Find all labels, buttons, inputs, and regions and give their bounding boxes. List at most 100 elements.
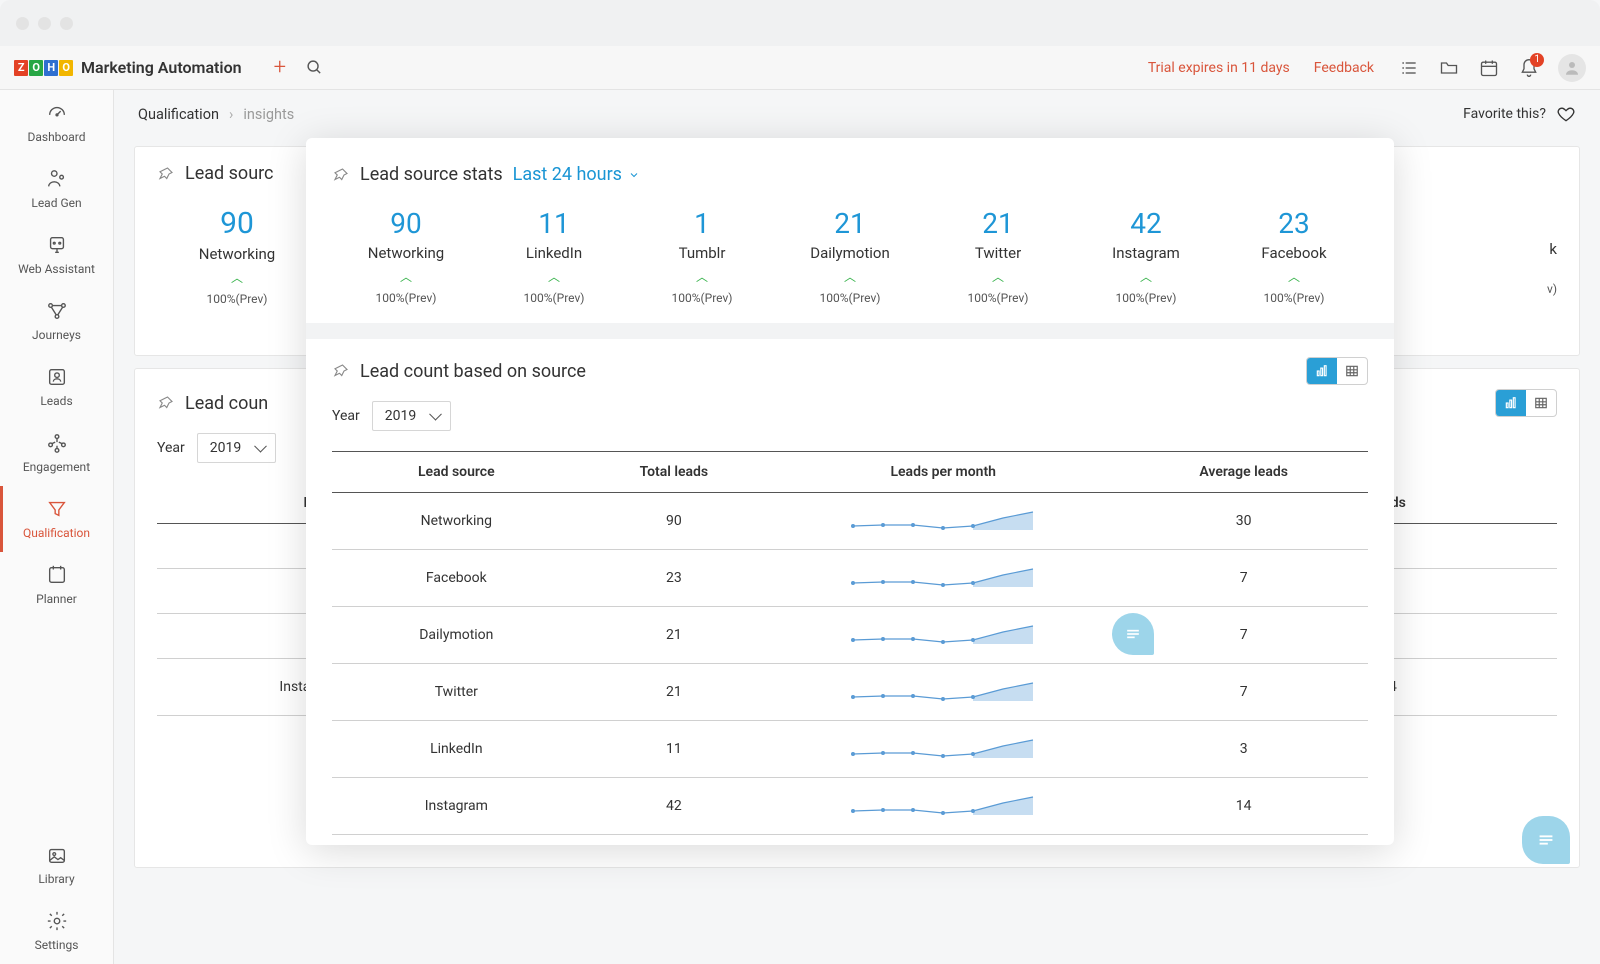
stat-card: 1 Tumblr ︿ 100%(Prev) xyxy=(628,207,776,305)
folder-icon[interactable] xyxy=(1438,57,1460,79)
table-row: Facebook 23 7 xyxy=(332,550,1368,607)
chart-view-button[interactable] xyxy=(1496,390,1526,416)
cell-source: Twitter xyxy=(332,664,581,721)
table-row: Networking 90 30 xyxy=(332,493,1368,550)
sidebar: Dashboard Lead Gen Web Assistant Journey… xyxy=(0,90,114,964)
breadcrumb-root[interactable]: Qualification xyxy=(138,106,219,123)
year-label: Year xyxy=(157,440,185,456)
stat-card: 90 Networking ︿ 100%(Prev) xyxy=(332,207,480,305)
time-range-dropdown[interactable]: Last 24 hours xyxy=(513,164,640,185)
chart-view-button[interactable] xyxy=(1307,358,1337,384)
pin-icon[interactable] xyxy=(332,166,350,184)
th-lpm[interactable]: Leads per month xyxy=(767,452,1119,493)
lead-count-table: Lead source Total leads Leads per month … xyxy=(332,451,1368,835)
view-toggle xyxy=(1306,357,1368,385)
sparkline-chart xyxy=(853,621,1033,649)
cell-total: 90 xyxy=(581,493,767,550)
sidebar-item-lead-gen[interactable]: Lead Gen xyxy=(0,156,113,222)
cell-spark xyxy=(767,493,1119,550)
sidebar-item-web-assistant[interactable]: Web Assistant xyxy=(0,222,113,288)
add-icon[interactable]: + xyxy=(274,55,286,80)
tasks-icon[interactable] xyxy=(1398,57,1420,79)
cell-spark xyxy=(767,721,1119,778)
cell-source: Dailymotion xyxy=(332,607,581,664)
gear-icon xyxy=(46,910,68,932)
stat-label: Tumblr xyxy=(628,244,776,262)
sidebar-item-library[interactable]: Library xyxy=(0,832,113,898)
contacts-icon xyxy=(46,366,68,388)
sidebar-item-label: Planner xyxy=(36,592,77,606)
stat-prev: 100%(Prev) xyxy=(924,291,1072,305)
year-select[interactable]: 2019 xyxy=(197,433,276,463)
stat-label: Networking xyxy=(332,244,480,262)
cell-avg: 7 xyxy=(1119,607,1368,664)
pin-icon[interactable] xyxy=(332,362,350,380)
sidebar-item-dashboard[interactable]: Dashboard xyxy=(0,90,113,156)
stat-value: 21 xyxy=(924,207,1072,240)
stat-value: 1 xyxy=(628,207,776,240)
cell-source: Networking xyxy=(332,493,581,550)
th-avg[interactable]: Average leads xyxy=(1119,452,1368,493)
sidebar-item-label: Leads xyxy=(40,394,72,408)
sidebar-item-label: Qualification xyxy=(23,526,90,540)
table-view-button[interactable] xyxy=(1526,390,1556,416)
year-select[interactable]: 2019 xyxy=(372,401,451,431)
stat-prev: 100%(Prev) xyxy=(776,291,924,305)
sidebar-item-label: Library xyxy=(38,872,74,886)
sidebar-item-label: Settings xyxy=(35,938,79,952)
th-source[interactable]: Lead source xyxy=(332,452,581,493)
cell-total: 21 xyxy=(581,664,767,721)
stat-card: 42 Instagram ︿ 100%(Prev) xyxy=(1072,207,1220,305)
stat-prev: 100%(Prev) xyxy=(332,291,480,305)
heart-icon[interactable] xyxy=(1556,104,1576,124)
funnel-icon xyxy=(46,498,68,520)
up-arrow-icon: ︿ xyxy=(776,268,924,285)
up-arrow-icon: ︿ xyxy=(332,268,480,285)
stat-label: Facebook xyxy=(1220,244,1368,262)
cell-total: 23 xyxy=(581,550,767,607)
sidebar-item-engagement[interactable]: Engagement xyxy=(0,420,113,486)
insights-modal: Lead source stats Last 24 hours 90 Netwo… xyxy=(306,138,1394,845)
sparkline-chart xyxy=(853,507,1033,535)
modal-table-title: Lead count based on source xyxy=(360,361,586,382)
sidebar-item-qualification[interactable]: Qualification xyxy=(0,486,113,552)
stat-value: 21 xyxy=(776,207,924,240)
search-icon[interactable] xyxy=(306,59,323,76)
sidebar-item-label: Lead Gen xyxy=(31,196,81,210)
bg-stat-value: 90 xyxy=(157,206,317,241)
calendar-icon[interactable] xyxy=(1478,57,1500,79)
sidebar-item-label: Engagement xyxy=(23,460,90,474)
help-chat-icon[interactable] xyxy=(1522,816,1570,864)
sparkline-chart xyxy=(853,792,1033,820)
cell-spark xyxy=(767,778,1119,835)
cell-avg: 3 xyxy=(1119,721,1368,778)
traffic-light-max[interactable] xyxy=(60,17,73,30)
notification-badge: 1 xyxy=(1530,53,1544,67)
zoho-logo: ZOHO xyxy=(14,60,74,76)
notifications-icon[interactable]: 1 xyxy=(1518,57,1540,79)
user-avatar[interactable] xyxy=(1558,54,1586,82)
journey-icon xyxy=(46,300,68,322)
chat-bubble-icon[interactable] xyxy=(1112,613,1154,655)
cell-avg: 14 xyxy=(1119,778,1368,835)
bg-right-prev: v) xyxy=(1497,282,1557,296)
window-chrome xyxy=(0,0,1600,46)
stat-prev: 100%(Prev) xyxy=(1072,291,1220,305)
stat-label: Twitter xyxy=(924,244,1072,262)
sidebar-item-leads[interactable]: Leads xyxy=(0,354,113,420)
th-total[interactable]: Total leads xyxy=(581,452,767,493)
sidebar-item-settings[interactable]: Settings xyxy=(0,898,113,964)
table-row: Twitter 21 7 xyxy=(332,664,1368,721)
up-arrow-icon: ︿ xyxy=(924,268,1072,285)
bg-stat-label: Networking xyxy=(157,245,317,263)
table-view-button[interactable] xyxy=(1337,358,1367,384)
feedback-link[interactable]: Feedback xyxy=(1314,60,1374,76)
view-toggle xyxy=(1495,389,1557,417)
cell-source: Instagram xyxy=(332,778,581,835)
cell-total: 11 xyxy=(581,721,767,778)
traffic-light-close[interactable] xyxy=(16,17,29,30)
cell-spark xyxy=(767,550,1119,607)
traffic-light-min[interactable] xyxy=(38,17,51,30)
sidebar-item-planner[interactable]: Planner xyxy=(0,552,113,618)
sidebar-item-journeys[interactable]: Journeys xyxy=(0,288,113,354)
